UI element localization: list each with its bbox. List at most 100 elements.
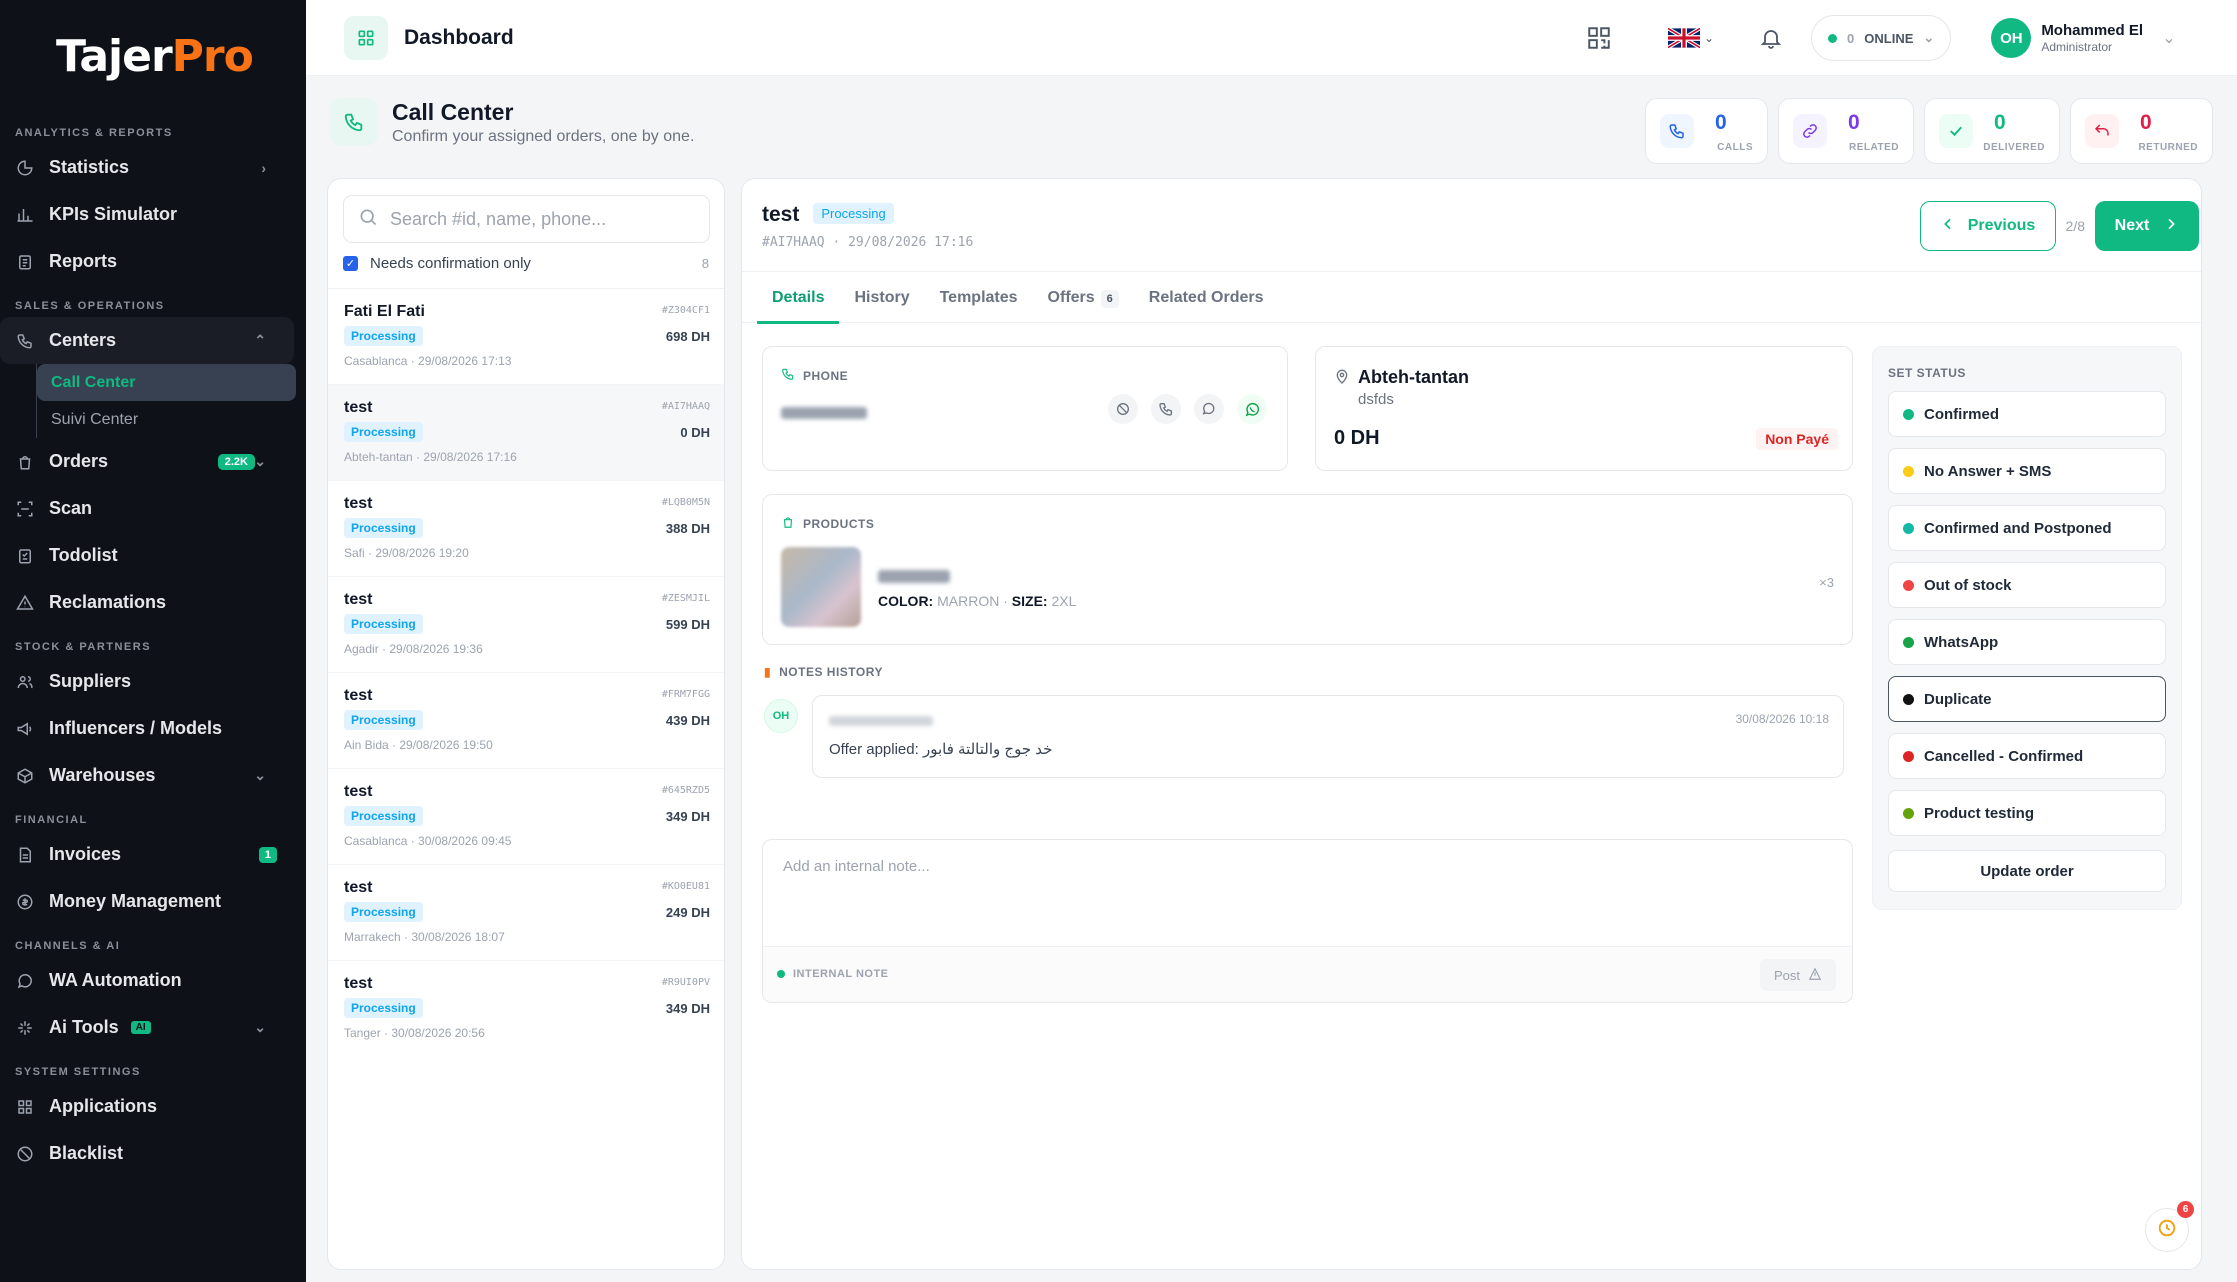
notes-history-label-row: ▮ NOTES HISTORY xyxy=(764,665,883,679)
sidebar-subitem-call-center[interactable]: Call Center xyxy=(37,364,296,401)
tab-related-orders[interactable]: Related Orders xyxy=(1134,272,1279,324)
sidebar-item-ai-tools[interactable]: Ai Tools AI ⌄ xyxy=(0,1004,294,1051)
sidebar-item-todolist[interactable]: Todolist xyxy=(0,532,294,579)
list-item[interactable]: test Processing Casablanca · 30/08/2026 09… xyxy=(328,769,724,865)
tab-templates[interactable]: Templates xyxy=(925,272,1033,324)
status-label: Out of stock xyxy=(1924,576,2012,594)
order-meta: Tanger · 30/08/2026 20:56 xyxy=(344,1026,485,1040)
status-label: No Answer + SMS xyxy=(1924,462,2052,480)
list-item[interactable]: test Processing Ain Bida · 29/08/2026 19:5… xyxy=(328,673,724,769)
online-count: 0 xyxy=(1847,30,1855,46)
section-financial: FINANCIAL xyxy=(15,814,88,826)
sidebar-item-scan[interactable]: Scan xyxy=(0,485,294,532)
next-button[interactable]: Next xyxy=(2095,201,2199,251)
list-item[interactable]: test Processing Abteh-tantan · 29/08/2026 … xyxy=(328,385,724,481)
set-status-title: SET STATUS xyxy=(1888,366,1966,380)
stat-delivered: 0 DELIVERED xyxy=(1924,98,2060,164)
note-timestamp: 30/08/2026 10:18 xyxy=(1735,712,1829,726)
sidebar-item-suppliers[interactable]: Suppliers xyxy=(0,658,294,705)
sidebar-item-invoices[interactable]: Invoices 1 xyxy=(0,831,294,878)
checklist-icon xyxy=(15,546,35,566)
post-label: Post xyxy=(1773,967,1800,983)
status-option-confirmed[interactable]: Confirmed xyxy=(1888,391,2166,437)
status-dot xyxy=(1903,636,1914,648)
avatar[interactable]: OH xyxy=(1991,18,2032,58)
list-item[interactable]: Fati El Fati Processing Casablanca · 29/08… xyxy=(328,289,724,385)
sidebar-item-applications[interactable]: Applications xyxy=(0,1083,294,1130)
status-option-product-testing[interactable]: Product testing xyxy=(1888,790,2166,836)
status-option-out-of-stock[interactable]: Out of stock xyxy=(1888,562,2166,608)
color-value: MARRON xyxy=(937,593,1000,609)
qr-code-icon[interactable] xyxy=(1579,18,1619,58)
status-option-no-answer-sms[interactable]: No Answer + SMS xyxy=(1888,448,2166,494)
status-dot xyxy=(1903,807,1914,819)
status-option-cancelled-confirmed[interactable]: Cancelled - Confirmed xyxy=(1888,733,2166,779)
message-icon[interactable] xyxy=(1194,394,1224,424)
status-dot xyxy=(1903,750,1914,762)
status-option-duplicate[interactable]: Duplicate xyxy=(1888,676,2166,722)
order-meta: Agadir · 29/08/2026 19:36 xyxy=(344,642,483,656)
online-dot xyxy=(1828,33,1838,43)
order-meta: Casablanca · 29/08/2026 17:13 xyxy=(344,354,512,368)
timer-fab-button[interactable]: 6 xyxy=(2145,1201,2194,1252)
section-stock: STOCK & PARTNERS xyxy=(15,641,152,653)
list-item[interactable]: test Processing Safi · 29/08/2026 19:20 #LQ… xyxy=(328,481,724,577)
topbar: Dashboard ⌄ 0 ONLINE ⌄ OH Mohammed El Admin… xyxy=(306,0,2237,76)
note-author-blurred xyxy=(829,716,933,726)
previous-label: Previous xyxy=(1967,217,2036,234)
brand-logo[interactable]: Tajer Pro xyxy=(0,0,306,112)
checkbox-checked[interactable]: ✓ xyxy=(343,256,358,271)
phone-card: PHONE xyxy=(762,346,1288,471)
user-menu[interactable]: Mohammed El Administrator xyxy=(2041,22,2143,54)
order-total: 0 DH xyxy=(1334,427,1380,449)
page-header: Call Center Confirm your assigned orders,… xyxy=(330,98,694,146)
status-option-whatsapp[interactable]: WhatsApp xyxy=(1888,619,2166,665)
sidebar-item-label: Suppliers xyxy=(49,671,132,691)
tab-offers[interactable]: Offers 6 xyxy=(1033,272,1134,324)
orders-count-badge: 2.2K xyxy=(217,453,255,470)
section-analytics: ANALYTICS & REPORTS xyxy=(15,127,173,139)
whatsapp-icon[interactable] xyxy=(1237,394,1267,424)
tab-details[interactable]: Details xyxy=(757,272,840,324)
block-icon[interactable] xyxy=(1108,394,1138,424)
list-item[interactable]: test Processing Tanger · 30/08/2026 20:56 #… xyxy=(328,961,724,1057)
order-name: test xyxy=(344,879,373,896)
post-button[interactable]: Post xyxy=(1759,959,1836,991)
search-input[interactable]: Search #id, name, phone... xyxy=(343,195,710,243)
tab-history[interactable]: History xyxy=(839,272,924,324)
return-icon xyxy=(2085,114,2119,148)
sidebar-subitem-suivi-center[interactable]: Suivi Center xyxy=(37,401,296,438)
sidebar-item-reports[interactable]: Reports xyxy=(0,238,294,285)
list-item[interactable]: test Processing Agadir · 29/08/2026 19:36 #… xyxy=(328,577,724,673)
section-channels: CHANNELS & AI xyxy=(15,940,121,952)
internal-note-composer[interactable]: Add an internal note... INTERNAL NOTE Po… xyxy=(762,839,1853,1003)
sidebar-item-statistics[interactable]: Statistics › xyxy=(0,144,294,191)
sidebar-item-wa-automation[interactable]: WA Automation xyxy=(0,957,294,1004)
chevron-down-icon[interactable]: ⌄ xyxy=(2149,18,2189,58)
offers-count-badge: 6 xyxy=(1100,290,1119,308)
sidebar-item-label: Ai Tools xyxy=(49,1017,119,1037)
sidebar-item-orders[interactable]: Orders 2.2K ⌄ xyxy=(0,438,294,485)
stats-bar: 0 CALLS 0 RELATED 0 DELIVERED 0 RETURNED xyxy=(1645,98,2213,164)
sidebar: Tajer Pro ANALYTICS & REPORTS Statistics ›… xyxy=(0,0,306,1282)
call-icon[interactable] xyxy=(1151,394,1181,424)
bell-icon[interactable] xyxy=(1751,18,1791,58)
previous-button[interactable]: Previous xyxy=(1919,201,2056,251)
list-item[interactable]: test Processing Marrakech · 30/08/2026 18:… xyxy=(328,865,724,961)
update-order-button[interactable]: Update order xyxy=(1888,850,2166,892)
online-status-dropdown[interactable]: 0 ONLINE ⌄ xyxy=(1811,15,1952,61)
invoices-count-badge: 1 xyxy=(258,846,277,863)
sidebar-item-influencers[interactable]: Influencers / Models xyxy=(0,705,294,752)
sidebar-item-blacklist[interactable]: Blacklist xyxy=(0,1130,294,1177)
sidebar-item-centers[interactable]: Centers ⌃ xyxy=(0,317,294,364)
sidebar-item-reclamations[interactable]: Reclamations xyxy=(0,579,294,626)
sidebar-item-kpis[interactable]: KPIs Simulator xyxy=(0,191,294,238)
size-value: 2XL xyxy=(1051,593,1077,609)
sidebar-item-money[interactable]: Money Management xyxy=(0,878,294,925)
status-option-confirmed-postponed[interactable]: Confirmed and Postponed xyxy=(1888,505,2166,551)
sidebar-item-warehouses[interactable]: Warehouses ⌄ xyxy=(0,752,294,799)
language-selector[interactable]: ⌄ xyxy=(1661,18,1721,58)
order-id: #LQB0M5N xyxy=(661,497,710,508)
status-badge: Processing xyxy=(344,326,423,346)
needs-confirmation-filter[interactable]: ✓ Needs confirmation only 8 xyxy=(343,255,709,272)
